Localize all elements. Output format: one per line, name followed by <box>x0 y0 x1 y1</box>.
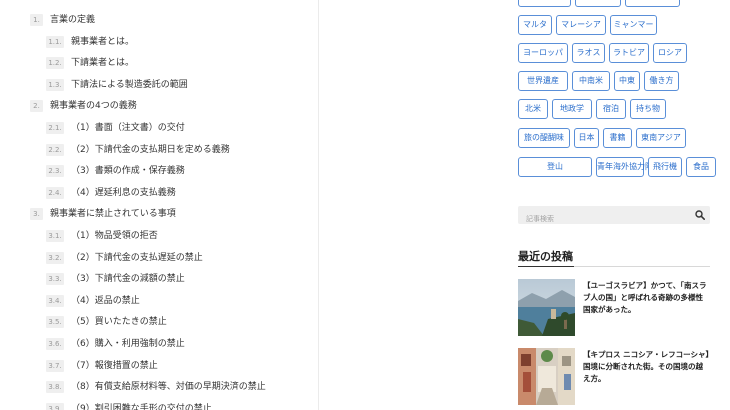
tag-link[interactable]: 持ち物 <box>630 99 666 119</box>
toc-item[interactable]: 3.9. （9）割引困難な手形の交付の禁止 <box>46 402 212 410</box>
tag-link[interactable]: マレーシア <box>556 15 606 35</box>
recent-posts-heading: 最近の投稿 <box>518 250 573 263</box>
tag-link[interactable]: 北米 <box>518 99 548 119</box>
toc-number: 3.4. <box>46 295 64 307</box>
toc-item[interactable]: 2.2. （2）下請代金の支払期日を定める義務 <box>46 143 230 157</box>
sidebar: マルタ マレーシア ミャンマーヨーロッパ ラオス ラトビア ロシア世界遺産 中南米 中東 働き方… <box>518 0 716 410</box>
tag-link[interactable]: ラトビア <box>609 43 649 63</box>
toc-number: 2.4. <box>46 187 64 199</box>
toc-link[interactable]: （4）返品の禁止 <box>71 295 140 307</box>
tag-link[interactable]: 登山 <box>518 157 592 177</box>
tag-link[interactable]: 日本 <box>574 128 599 148</box>
toc-link[interactable]: （6）購入・利用強制の禁止 <box>71 338 185 350</box>
toc-item[interactable]: 2.4. （4）遅延利息の支払義務 <box>46 186 176 200</box>
post-title[interactable]: 【キプロス ニコシア・レフコーシャ】国境に分断された街。その国境の越え方。 <box>583 349 710 385</box>
toc-link[interactable]: （3）書類の作成・保存義務 <box>71 165 185 177</box>
toc-item[interactable]: 3.5. （5）買いたたきの禁止 <box>46 315 167 329</box>
toc-number: 3.9. <box>46 403 64 410</box>
toc-number: 2.3. <box>46 165 64 177</box>
post-thumbnail[interactable] <box>518 348 575 405</box>
tag-link[interactable]: 食品 <box>686 157 716 177</box>
toc-link[interactable]: 親事業者に禁止されている事項 <box>50 208 176 220</box>
tag-link[interactable]: マルタ <box>518 15 552 35</box>
toc-item[interactable]: 3.6. （6）購入・利用強制の禁止 <box>46 337 185 351</box>
toc-item[interactable]: 1. 言業の定義 <box>30 13 95 27</box>
toc-link[interactable]: 言業の定義 <box>50 14 95 26</box>
toc-item[interactable]: 2. 親事業者の4つの義務 <box>30 99 137 113</box>
toc-link[interactable]: （8）有償支給原材料等、対価の早期決済の禁止 <box>71 381 266 393</box>
toc-item[interactable]: 2.3. （3）書類の作成・保存義務 <box>46 164 185 178</box>
toc-number: 1. <box>30 14 43 26</box>
toc-link[interactable]: （5）買いたたきの禁止 <box>71 316 167 328</box>
toc-number: 3.8. <box>46 381 64 393</box>
tag-link[interactable]: 中東 <box>614 71 640 91</box>
toc-link[interactable]: （3）下請代金の減額の禁止 <box>71 273 185 285</box>
toc-number: 1.1. <box>46 36 64 48</box>
tag-link[interactable] <box>575 0 621 7</box>
tag-link[interactable] <box>518 0 571 7</box>
toc-link[interactable]: 親事業者の4つの義務 <box>50 100 137 112</box>
toc-number: 3.5. <box>46 316 64 328</box>
post-thumbnail[interactable] <box>518 279 575 336</box>
toc-number: 2.2. <box>46 144 64 156</box>
toc-item[interactable]: 3.7. （7）報復措置の禁止 <box>46 359 158 373</box>
tag-link[interactable]: 宿泊 <box>596 99 626 119</box>
toc-number: 3.1. <box>46 230 64 242</box>
toc-link[interactable]: （1）書面（注文書）の交付 <box>71 122 185 134</box>
toc-item[interactable]: 1.3. 下請法による製造委託の範囲 <box>46 78 188 92</box>
toc-link[interactable]: （2）下請代金の支払期日を定める義務 <box>71 144 230 156</box>
toc-item[interactable]: 3. 親事業者に禁止されている事項 <box>30 207 176 221</box>
tag-link[interactable]: ラオス <box>572 43 605 63</box>
toc-number: 3.6. <box>46 338 64 350</box>
tag-link[interactable]: ヨーロッパ <box>518 43 568 63</box>
toc-number: 2.1. <box>46 122 64 134</box>
tag-link[interactable]: 青年海外協力隊 <box>596 157 653 177</box>
toc-number: 3.3. <box>46 273 64 285</box>
post-title[interactable]: 【ユーゴスラビア】かつて、「南スラブ人の国」と呼ばれる奇跡の多様性国家があった。 <box>583 280 710 316</box>
tag-link[interactable]: 東南アジア <box>636 128 686 148</box>
tag-link[interactable]: 世界遺産 <box>518 71 568 91</box>
toc-number: 3.7. <box>46 360 64 372</box>
toc-link[interactable]: （7）報復措置の禁止 <box>71 360 158 372</box>
tag-link[interactable] <box>625 0 680 7</box>
tag-link[interactable]: 飛行機 <box>648 157 682 177</box>
tag-link[interactable]: 旅の醍醐味 <box>518 128 570 148</box>
toc-item[interactable]: 3.4. （4）返品の禁止 <box>46 294 140 308</box>
toc-number: 3.2. <box>46 252 64 264</box>
search-input[interactable] <box>518 210 686 228</box>
toc-item[interactable]: 1.1. 親事業者とは。 <box>46 35 134 49</box>
toc-link[interactable]: 下請業者とは。 <box>71 57 134 69</box>
toc-item[interactable]: 3.3. （3）下請代金の減額の禁止 <box>46 272 185 286</box>
toc-number: 1.3. <box>46 79 64 91</box>
toc-link[interactable]: （9）割引困難な手形の交付の禁止 <box>71 403 212 410</box>
toc-item[interactable]: 2.1. （1）書面（注文書）の交付 <box>46 121 185 135</box>
table-of-contents: 1. 言業の定義 1.1. 親事業者とは。 1.2. 下請業者とは。 1.3. 下請法による製… <box>0 0 319 410</box>
tag-link[interactable]: ロシア <box>653 43 687 63</box>
search-icon[interactable] <box>695 210 705 220</box>
toc-link[interactable]: （4）遅延利息の支払義務 <box>71 187 176 199</box>
toc-link[interactable]: （1）物品受領の拒否 <box>71 230 158 242</box>
tag-link[interactable]: 地政学 <box>552 99 592 119</box>
toc-item[interactable]: 3.2. （2）下請代金の支払遅延の禁止 <box>46 251 203 265</box>
tag-link[interactable]: 働き方 <box>644 71 679 91</box>
search-box <box>518 206 710 228</box>
toc-link[interactable]: 親事業者とは。 <box>71 36 134 48</box>
tag-link[interactable]: ミャンマー <box>610 15 657 35</box>
toc-number: 1.2. <box>46 57 64 69</box>
toc-number: 3. <box>30 208 43 220</box>
toc-number: 2. <box>30 100 43 112</box>
toc-item[interactable]: 1.2. 下請業者とは。 <box>46 56 134 70</box>
heading-underline <box>518 266 710 267</box>
tag-link[interactable]: 書籍 <box>603 128 632 148</box>
toc-link[interactable]: 下請法による製造委託の範囲 <box>71 79 188 91</box>
toc-link[interactable]: （2）下請代金の支払遅延の禁止 <box>71 252 203 264</box>
tag-link[interactable]: 中南米 <box>572 71 610 91</box>
toc-item[interactable]: 3.1. （1）物品受領の拒否 <box>46 229 158 243</box>
toc-item[interactable]: 3.8. （8）有償支給原材料等、対価の早期決済の禁止 <box>46 380 266 394</box>
